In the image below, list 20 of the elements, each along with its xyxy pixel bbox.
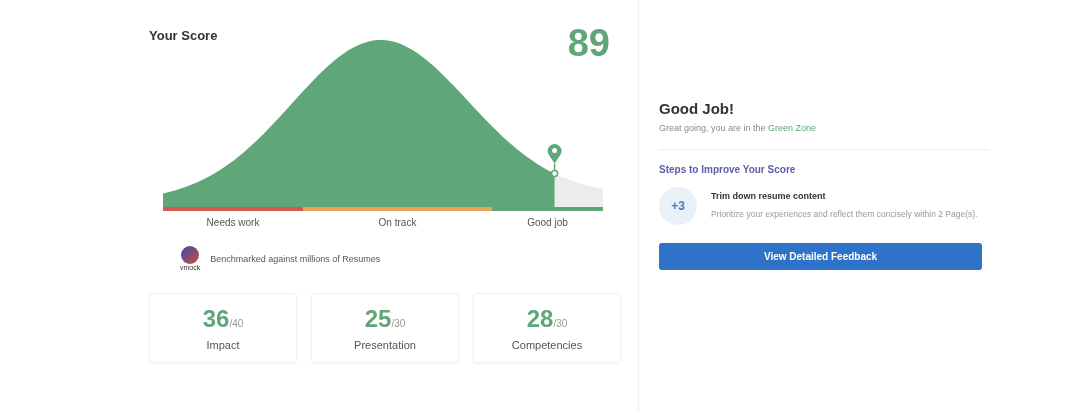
benchmark-text: Benchmarked against millions of Resumes xyxy=(210,253,381,264)
view-feedback-button[interactable]: View Detailed Feedback xyxy=(659,243,982,270)
feedback-message: Great going, you are in the Green Zone xyxy=(659,123,818,133)
step-title: Trim down resume content xyxy=(711,191,827,202)
subscore-value: 36/40 xyxy=(202,305,244,333)
points-badge: +3 xyxy=(659,187,697,225)
zone-label: Needs work xyxy=(206,217,260,228)
subscore-value: 28/30 xyxy=(526,305,568,333)
step-description: Prioritize your experiences and reflect them concisely within 2 Page(s). xyxy=(711,209,978,221)
score-value: 89 xyxy=(567,22,610,65)
zone-label: Good job xyxy=(527,217,568,228)
subscore-label: Impact xyxy=(206,339,240,351)
subscore-value: 25/30 xyxy=(364,305,406,333)
location-pin-icon xyxy=(547,144,562,178)
steps-heading: Steps to Improve Your Score xyxy=(659,164,797,175)
subscore-label: Presentation xyxy=(354,339,416,351)
feedback-heading: Good Job! xyxy=(659,100,735,117)
zone-label: On track xyxy=(378,217,417,228)
subscore-label: Competencies xyxy=(511,339,583,351)
score-title: Your Score xyxy=(149,28,218,45)
